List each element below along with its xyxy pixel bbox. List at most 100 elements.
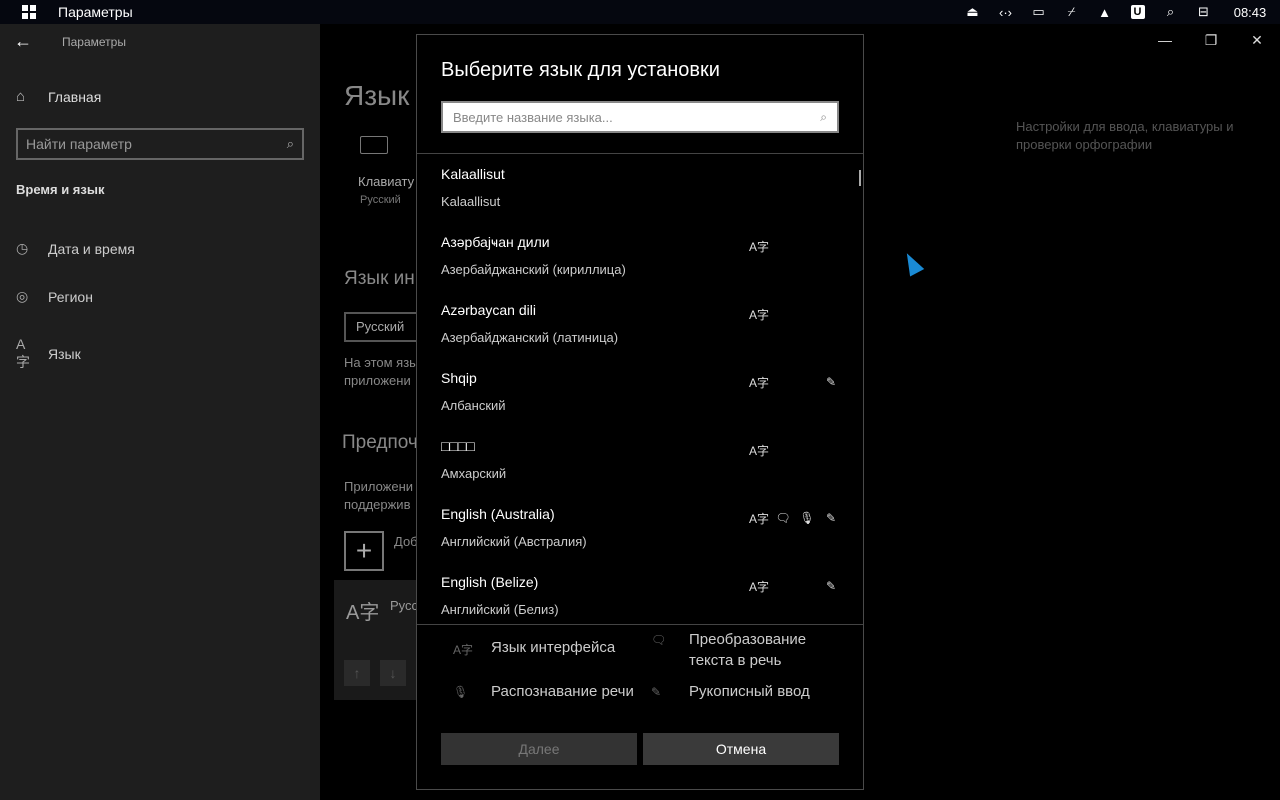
language-icon: A字 bbox=[16, 336, 30, 370]
legend-display-language: A字 Язык интерфейса bbox=[453, 637, 653, 658]
back-arrow-icon[interactable]: ← bbox=[14, 32, 34, 52]
triangle-up-icon[interactable]: ▲ bbox=[1088, 0, 1121, 24]
settings-sidebar: ← Параметры ⌂ Главная Найти параметр ⌕ В… bbox=[0, 24, 320, 800]
add-language-label[interactable]: Доб bbox=[394, 534, 418, 549]
calendar-clock-icon: ◷ bbox=[16, 240, 29, 256]
search-icon: ⌕ bbox=[286, 136, 294, 151]
sidebar-item-date-time[interactable]: ◷ Дата и время bbox=[16, 240, 135, 257]
list-scrollbar[interactable] bbox=[859, 170, 861, 186]
language-native-name: Shqip bbox=[441, 370, 477, 386]
monitor-icon[interactable]: ▭ bbox=[1022, 0, 1055, 24]
u-badge-icon[interactable]: U bbox=[1121, 0, 1154, 24]
sidebar-item-label: Регион bbox=[48, 288, 93, 305]
next-button[interactable]: Далее bbox=[441, 733, 637, 765]
sidebar-item-language[interactable]: A字 Язык bbox=[16, 336, 81, 372]
window-title: Параметры bbox=[62, 35, 126, 49]
search-icon: ⌕ bbox=[820, 109, 827, 124]
windows-logo-icon[interactable] bbox=[22, 5, 36, 19]
handwriting-icon: ✎ bbox=[825, 511, 837, 525]
preferred-language-item[interactable]: A字 Русс ↑ ↓ bbox=[334, 580, 424, 700]
language-search-placeholder: Введите название языка... bbox=[453, 109, 613, 125]
language-local-name: Азербайджанский (кириллица) bbox=[441, 262, 626, 277]
language-native-name: Kalaallisut bbox=[441, 166, 505, 182]
move-up-icon[interactable]: ↑ bbox=[344, 660, 370, 686]
display-language-icon: A字 bbox=[453, 643, 474, 657]
preferred-languages-heading: Предпоч bbox=[342, 432, 418, 453]
search-placeholder: Найти параметр bbox=[26, 136, 132, 152]
dialog-title: Выберите язык для установки bbox=[441, 59, 720, 81]
language-row[interactable]: Shqip Албанский A字 ✎ bbox=[441, 358, 841, 426]
language-search-input[interactable]: Введите название языка... ⌕ bbox=[441, 101, 839, 133]
language-row[interactable]: English (Belize) Английский (Белиз) A字 ✎ bbox=[441, 562, 841, 624]
sidebar-item-label: Язык bbox=[48, 346, 81, 362]
page-title: Язык bbox=[344, 80, 410, 111]
legend-label: Преобразование текста в речь bbox=[689, 631, 807, 669]
interface-language-description: На этом язы приложени bbox=[344, 355, 419, 388]
language-local-name: Английский (Австралия) bbox=[441, 534, 587, 549]
interface-language-heading: Язык ин bbox=[344, 268, 415, 289]
legend-text-to-speech: 🗨 Преобразование текста в речь bbox=[651, 629, 831, 671]
sidebar-group-title: Время и язык bbox=[16, 182, 105, 197]
language-local-name: Албанский bbox=[441, 398, 506, 413]
text-to-speech-icon: 🗨 bbox=[651, 633, 667, 647]
keyboard-sublabel: Русский bbox=[360, 194, 401, 206]
keyboard-label[interactable]: Клавиату bbox=[358, 174, 414, 189]
cancel-button[interactable]: Отмена bbox=[643, 733, 839, 765]
language-local-name: Kalaallisut bbox=[441, 194, 501, 209]
handwriting-icon: ✎ bbox=[825, 579, 837, 593]
display-language-icon: A字 bbox=[748, 307, 769, 322]
keyboard-icon[interactable] bbox=[360, 136, 388, 154]
language-glyph-icon: A字 bbox=[346, 602, 380, 624]
globe-icon: ◎ bbox=[16, 288, 29, 304]
toggle-icon[interactable]: ⊟ bbox=[1187, 0, 1220, 24]
eject-icon[interactable]: ⏏ bbox=[956, 0, 989, 24]
taskbar-app-title: Параметры bbox=[58, 4, 133, 20]
handwriting-icon: ✎ bbox=[825, 375, 837, 389]
sidebar-item-region[interactable]: ◎ Регион bbox=[16, 288, 93, 305]
language-list[interactable]: Kalaallisut Kalaallisut Азәрбајҹан дили … bbox=[417, 154, 863, 624]
sidebar-item-home[interactable]: ⌂ Главная bbox=[16, 88, 101, 105]
close-icon[interactable]: ✕ bbox=[1234, 24, 1280, 56]
language-native-name: □□□□ bbox=[441, 438, 475, 454]
no-wifi-icon[interactable]: ⌿ bbox=[1055, 0, 1088, 24]
display-language-icon: A字 bbox=[748, 511, 769, 526]
window-controls: — ❐ ✕ bbox=[1142, 24, 1280, 56]
clock[interactable]: 08:43 bbox=[1220, 5, 1280, 20]
language-row[interactable]: Azərbaycan dili Азербайджанский (латиниц… bbox=[441, 290, 841, 358]
settings-search-input[interactable]: Найти параметр ⌕ bbox=[16, 128, 304, 160]
display-language-icon: A字 bbox=[748, 443, 769, 458]
preferred-language-name: Русс bbox=[390, 598, 419, 613]
legend-speech-recognition: 🎙 Распознавание речи bbox=[453, 681, 653, 702]
language-row[interactable]: English (Australia) Английский (Австрали… bbox=[441, 494, 841, 562]
language-local-name: Амхарский bbox=[441, 466, 507, 481]
legend-handwriting: ✎ Рукописный ввод bbox=[651, 681, 851, 702]
minimize-icon[interactable]: — bbox=[1142, 24, 1188, 56]
display-language-icon: A字 bbox=[748, 239, 769, 254]
sidebar-home-label: Главная bbox=[48, 88, 102, 105]
display-language-icon: A字 bbox=[748, 375, 769, 390]
sidebar-item-label: Дата и время bbox=[48, 240, 135, 257]
handwriting-icon: ✎ bbox=[651, 685, 662, 699]
language-native-name: English (Australia) bbox=[441, 506, 555, 522]
legend-label: Язык интерфейса bbox=[491, 639, 616, 656]
microphone-icon: 🎙 bbox=[453, 685, 469, 699]
language-row[interactable]: Азәрбајҹан дили Азербайджанский (кирилли… bbox=[441, 222, 841, 290]
taskbar: Параметры ⏏ ‹·› ▭ ⌿ ▲ U ⌕ ⊟ 08:43 bbox=[0, 0, 1280, 24]
language-row[interactable]: □□□□ Амхарский A字 bbox=[441, 426, 841, 494]
language-row[interactable]: Kalaallisut Kalaallisut bbox=[441, 154, 841, 222]
code-brackets-icon[interactable]: ‹·› bbox=[989, 0, 1022, 24]
choose-language-dialog: Выберите язык для установки Введите назв… bbox=[416, 34, 864, 790]
move-down-icon[interactable]: ↓ bbox=[380, 660, 406, 686]
mouse-pointer-icon bbox=[899, 249, 925, 277]
legend-label: Распознавание речи bbox=[491, 683, 634, 700]
language-native-name: Azərbaycan dili bbox=[441, 302, 536, 318]
input-settings-link[interactable]: Настройки для ввода, клавиатуры и провер… bbox=[1016, 118, 1266, 154]
add-language-button[interactable]: + bbox=[344, 531, 384, 571]
language-native-name: Азәрбајҹан дили bbox=[441, 234, 550, 250]
legend-label: Рукописный ввод bbox=[689, 683, 810, 700]
system-tray: ⏏ ‹·› ▭ ⌿ ▲ U ⌕ ⊟ 08:43 bbox=[956, 0, 1280, 24]
language-native-name: English (Belize) bbox=[441, 574, 539, 590]
search-icon[interactable]: ⌕ bbox=[1154, 0, 1187, 24]
language-local-name: Английский (Белиз) bbox=[441, 602, 559, 617]
restore-icon[interactable]: ❐ bbox=[1188, 24, 1234, 56]
